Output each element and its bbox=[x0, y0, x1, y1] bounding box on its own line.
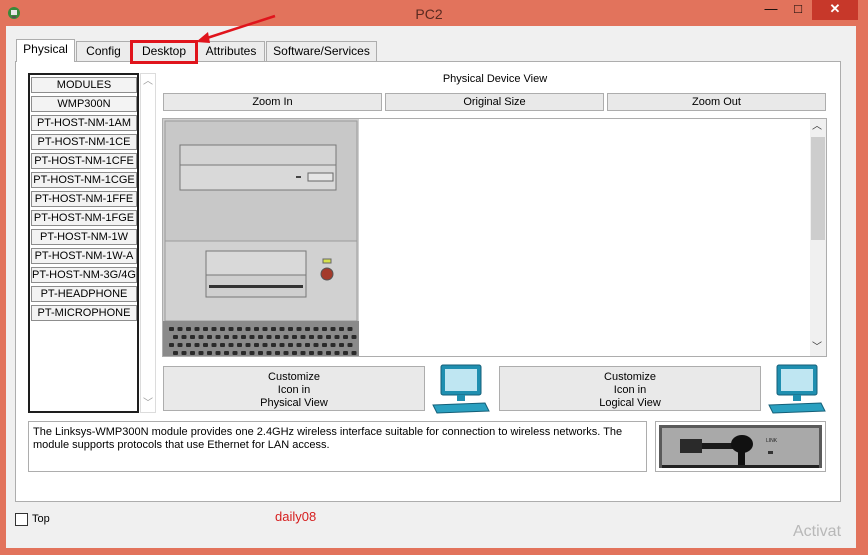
customize-physical-button[interactable]: Customize Icon in Physical View bbox=[163, 366, 425, 411]
customize-logical-button[interactable]: Customize Icon in Logical View bbox=[499, 366, 761, 411]
pc-monitor-icon bbox=[768, 364, 826, 414]
zoom-in-button[interactable]: Zoom In bbox=[163, 93, 382, 111]
top-label: Top bbox=[32, 513, 50, 525]
customize-physical-line3: Physical View bbox=[260, 397, 328, 409]
physical-view-title: Physical Device View bbox=[442, 73, 548, 85]
physical-device-view[interactable] bbox=[162, 118, 827, 357]
module-list-scrollbar[interactable]: ︿ ﹀ bbox=[140, 73, 156, 413]
scroll-down-icon[interactable]: ﹀ bbox=[141, 396, 155, 412]
pc-tower-image bbox=[163, 119, 359, 356]
module-item[interactable]: PT-MICROPHONE bbox=[31, 305, 137, 321]
maximize-button[interactable]: □ bbox=[785, 0, 811, 20]
module-item[interactable]: PT-HOST-NM-1CGE bbox=[31, 172, 137, 188]
customize-logical-line2: Icon in bbox=[613, 384, 647, 396]
close-button[interactable]: ✕ bbox=[812, 0, 858, 20]
red-arrow-annotation bbox=[196, 14, 276, 43]
module-item[interactable]: PT-HOST-NM-1AM bbox=[31, 115, 137, 131]
view-scroll-thumb[interactable] bbox=[811, 137, 825, 240]
window-title: PC2 bbox=[415, 6, 443, 22]
customize-physical-line2: Icon in bbox=[277, 384, 311, 396]
scroll-down-icon[interactable]: ﹀ bbox=[810, 340, 824, 356]
customize-physical-line1: Customize bbox=[268, 371, 320, 383]
module-item[interactable]: PT-HOST-NM-3G/4G bbox=[31, 267, 137, 283]
module-item[interactable]: PT-HOST-NM-1FFE bbox=[31, 191, 137, 207]
watermark-text: daily08 bbox=[275, 509, 317, 524]
scroll-up-icon[interactable]: ︿ bbox=[141, 74, 155, 90]
customize-logical-line1: Customize bbox=[604, 371, 656, 383]
tab-physical[interactable]: Physical bbox=[16, 39, 75, 62]
scroll-up-icon[interactable]: ︿ bbox=[810, 119, 824, 135]
module-item[interactable]: PT-HOST-NM-1CFE bbox=[31, 153, 137, 169]
module-item[interactable]: PT-HOST-NM-1W bbox=[31, 229, 137, 245]
activation-watermark: Activat bbox=[793, 523, 842, 540]
minimize-button[interactable]: — bbox=[758, 0, 784, 20]
module-item[interactable]: PT-HOST-NM-1CE bbox=[31, 134, 137, 150]
pc-monitor-icon bbox=[432, 364, 490, 414]
customize-logical-line3: Logical View bbox=[599, 397, 661, 409]
tab-software-services[interactable]: Software/Services bbox=[266, 41, 377, 61]
top-checkbox[interactable] bbox=[15, 513, 28, 526]
module-item[interactable]: WMP300N bbox=[31, 96, 137, 112]
module-item[interactable]: MODULES bbox=[31, 77, 137, 93]
module-item[interactable]: PT-HOST-NM-1FGE bbox=[31, 210, 137, 226]
desktop-tab-highlight bbox=[130, 40, 198, 64]
tab-config[interactable]: Config bbox=[76, 41, 131, 61]
module-item[interactable]: PT-HEADPHONE bbox=[31, 286, 137, 302]
module-description: The Linksys-WMP300N module provides one … bbox=[28, 421, 647, 472]
original-size-button[interactable]: Original Size bbox=[385, 93, 604, 111]
module-item[interactable]: PT-HOST-NM-1W-A bbox=[31, 248, 137, 264]
module-port-label: LINK bbox=[766, 438, 778, 444]
module-image: LINK bbox=[655, 421, 826, 472]
title-bar[interactable]: PC2 — □ ✕ bbox=[0, 0, 868, 26]
zoom-out-button[interactable]: Zoom Out bbox=[607, 93, 826, 111]
